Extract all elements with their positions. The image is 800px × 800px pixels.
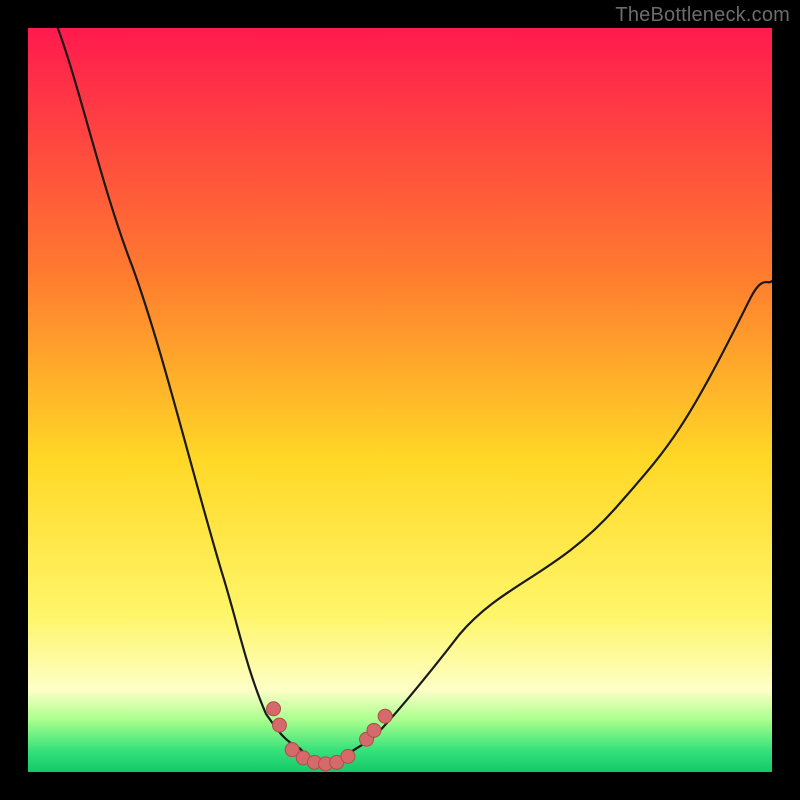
marker-point xyxy=(378,709,392,723)
marker-point xyxy=(341,749,355,763)
gradient-background xyxy=(28,28,772,772)
chart-frame: TheBottleneck.com xyxy=(0,0,800,800)
plot-area xyxy=(28,28,772,772)
marker-point xyxy=(267,702,281,716)
watermark-text: TheBottleneck.com xyxy=(615,4,790,27)
marker-point xyxy=(367,723,381,737)
marker-point xyxy=(272,718,286,732)
chart-svg xyxy=(28,28,772,772)
